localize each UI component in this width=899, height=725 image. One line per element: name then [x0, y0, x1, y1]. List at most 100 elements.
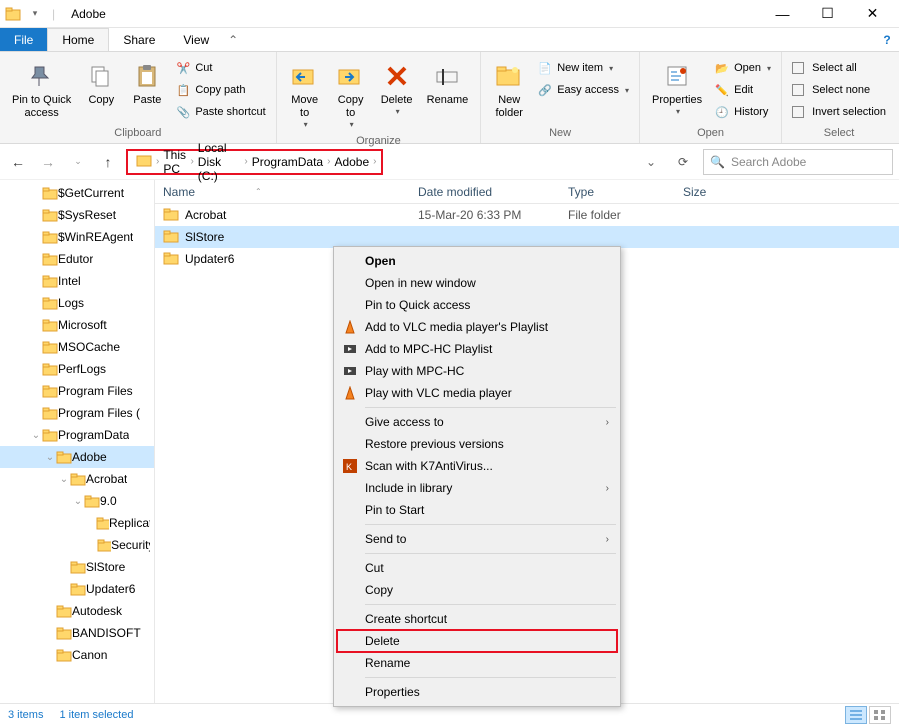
menu-item[interactable]: Include in library›	[337, 477, 617, 499]
breadcrumb-item[interactable]: Adobe	[330, 155, 373, 169]
select-none-button[interactable]: Select none	[788, 80, 890, 100]
navigation-pane[interactable]: $GetCurrent$SysReset$WinREAgentEdutorInt…	[0, 180, 155, 703]
collapse-ribbon-icon[interactable]: ⌃	[223, 28, 243, 51]
menu-item[interactable]: Give access to›	[337, 411, 617, 433]
cut-icon: ✂️	[175, 60, 191, 76]
paste-button[interactable]: Paste	[125, 56, 169, 111]
tree-item[interactable]: Program Files (	[0, 402, 154, 424]
file-row[interactable]: Acrobat15-Mar-20 6:33 PMFile folder	[155, 204, 899, 226]
expand-icon[interactable]: ⌄	[44, 452, 56, 463]
column-header-name[interactable]: Name⌃	[155, 185, 410, 199]
menu-item[interactable]: Rename	[337, 652, 617, 674]
file-row[interactable]: SlStore	[155, 226, 899, 248]
properties-button[interactable]: Properties▾	[646, 56, 708, 120]
easy-access-button[interactable]: 🔗Easy access▾	[533, 80, 633, 100]
menu-item[interactable]: KScan with K7AntiVirus...	[337, 455, 617, 477]
new-folder-button[interactable]: New folder	[487, 56, 531, 124]
close-button[interactable]: ✕	[850, 0, 895, 28]
menu-item[interactable]: Properties	[337, 681, 617, 703]
new-item-button[interactable]: 📄New item▾	[533, 58, 633, 78]
menu-item[interactable]: Copy	[337, 579, 617, 601]
open-icon: 📂	[714, 60, 730, 76]
large-icons-view-button[interactable]	[869, 706, 891, 724]
menu-item[interactable]: Pin to Quick access	[337, 294, 617, 316]
tree-item[interactable]: MSOCache	[0, 336, 154, 358]
menu-item[interactable]: Open in new window	[337, 272, 617, 294]
copy-path-button[interactable]: 📋Copy path	[171, 80, 269, 100]
menu-item[interactable]: Add to MPC-HC Playlist	[337, 338, 617, 360]
minimize-button[interactable]: —	[760, 0, 805, 28]
tree-item[interactable]: Program Files	[0, 380, 154, 402]
tree-item[interactable]: ⌄ProgramData	[0, 424, 154, 446]
column-header-size[interactable]: Size	[675, 185, 755, 199]
column-header-date[interactable]: Date modified	[410, 185, 560, 199]
back-button[interactable]: ←	[6, 150, 30, 174]
tree-item[interactable]: SlStore	[0, 556, 154, 578]
tree-item-label: Adobe	[72, 450, 107, 464]
tab-home[interactable]: Home	[47, 28, 109, 51]
tree-item[interactable]: $SysReset	[0, 204, 154, 226]
move-to-button[interactable]: Move to▾	[283, 56, 327, 133]
cut-button[interactable]: ✂️Cut	[171, 58, 269, 78]
pin-to-quick-access-button[interactable]: Pin to Quick access	[6, 56, 77, 124]
qat-customize-icon[interactable]: ▾	[26, 5, 44, 23]
tree-item[interactable]: BANDISOFT	[0, 622, 154, 644]
tab-file[interactable]: File	[0, 28, 47, 51]
menu-item[interactable]: Play with VLC media player	[337, 382, 617, 404]
chevron-right-icon[interactable]: ›	[373, 156, 376, 167]
paste-shortcut-button[interactable]: 📎Paste shortcut	[171, 102, 269, 122]
breadcrumb-item[interactable]: This PC	[159, 148, 190, 176]
menu-item[interactable]: Add to VLC media player's Playlist	[337, 316, 617, 338]
menu-item[interactable]: Play with MPC-HC	[337, 360, 617, 382]
select-all-button[interactable]: Select all	[788, 58, 890, 78]
column-header-type[interactable]: Type	[560, 185, 675, 199]
expand-icon[interactable]: ⌄	[58, 474, 70, 485]
refresh-button[interactable]: ⟳	[669, 149, 697, 175]
menu-item[interactable]: Cut	[337, 557, 617, 579]
copy-button[interactable]: Copy	[79, 56, 123, 111]
recent-locations-button[interactable]: ⌄	[66, 150, 90, 174]
open-button[interactable]: 📂Open▾	[710, 58, 775, 78]
tree-item[interactable]: Replicate	[0, 512, 154, 534]
search-input[interactable]: 🔍 Search Adobe	[703, 149, 893, 175]
tree-item[interactable]: Logs	[0, 292, 154, 314]
invert-selection-button[interactable]: Invert selection	[788, 102, 890, 122]
menu-item[interactable]: Pin to Start	[337, 499, 617, 521]
tab-share[interactable]: Share	[109, 28, 169, 51]
rename-button[interactable]: Rename	[421, 56, 475, 111]
maximize-button[interactable]: ☐	[805, 0, 850, 28]
tree-item[interactable]: Security	[0, 534, 154, 556]
breadcrumb-item[interactable]: ProgramData	[248, 155, 327, 169]
edit-button[interactable]: ✏️Edit	[710, 80, 775, 100]
tree-item[interactable]: Autodesk	[0, 600, 154, 622]
expand-icon[interactable]: ⌄	[30, 430, 42, 441]
menu-item[interactable]: Restore previous versions	[337, 433, 617, 455]
tree-item[interactable]: ⌄9.0	[0, 490, 154, 512]
tree-item[interactable]: PerfLogs	[0, 358, 154, 380]
breadcrumb-item[interactable]: Local Disk (C:)	[194, 141, 245, 183]
tree-item[interactable]: ⌄Acrobat	[0, 468, 154, 490]
menu-item[interactable]: Create shortcut	[337, 608, 617, 630]
menu-item[interactable]: Open	[337, 250, 617, 272]
tree-item[interactable]: $WinREAgent	[0, 226, 154, 248]
forward-button[interactable]: →	[36, 150, 60, 174]
menu-item[interactable]: Send to›	[337, 528, 617, 550]
tree-item[interactable]: $GetCurrent	[0, 182, 154, 204]
tree-item[interactable]: Microsoft	[0, 314, 154, 336]
menu-item[interactable]: Delete	[337, 630, 617, 652]
tree-item[interactable]: Canon	[0, 644, 154, 666]
details-view-button[interactable]	[845, 706, 867, 724]
expand-icon[interactable]: ⌄	[72, 496, 84, 507]
breadcrumb-dropdown-icon[interactable]: ⌄	[639, 155, 663, 169]
copy-to-button[interactable]: Copy to▾	[329, 56, 373, 133]
tree-item[interactable]: Edutor	[0, 248, 154, 270]
tree-item[interactable]: Updater6	[0, 578, 154, 600]
tab-view[interactable]: View	[169, 28, 223, 51]
tree-item[interactable]: Intel	[0, 270, 154, 292]
delete-button[interactable]: Delete▾	[375, 56, 419, 120]
help-icon[interactable]: ?	[875, 28, 899, 51]
up-button[interactable]: ↑	[96, 150, 120, 174]
tree-item[interactable]: ⌄ Adobe	[0, 446, 154, 468]
breadcrumb[interactable]: › This PC › Local Disk (C:) › ProgramDat…	[126, 149, 383, 175]
history-button[interactable]: 🕘History	[710, 102, 775, 122]
